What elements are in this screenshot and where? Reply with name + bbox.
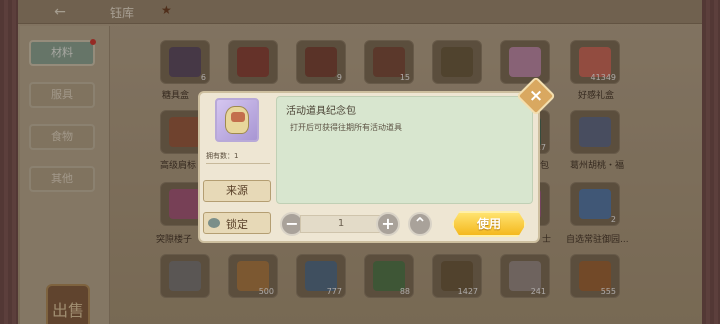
- game-screen: { "topbar": { "back_icon": "back-arrow-i…: [0, 0, 720, 324]
- use-button[interactable]: 使用: [452, 211, 526, 237]
- source-button[interactable]: 来源: [203, 180, 271, 202]
- max-button[interactable]: ⌃: [408, 212, 432, 236]
- owned-count: 拥有数：1: [206, 152, 239, 160]
- bag-ribbon: [231, 112, 245, 122]
- eye-icon: [208, 218, 220, 228]
- divider: [206, 163, 270, 164]
- plus-button[interactable]: +: [376, 212, 400, 236]
- close-icon: ×: [528, 86, 544, 106]
- item-description: 打开后可获得往期所有活动道具: [290, 123, 402, 132]
- quantity-field[interactable]: 1: [300, 215, 382, 233]
- lock-button[interactable]: 锁定: [203, 212, 271, 234]
- item-thumbnail: [215, 98, 259, 142]
- lock-label: 锁定: [226, 218, 248, 231]
- item-name: 活动道具纪念包: [286, 106, 356, 117]
